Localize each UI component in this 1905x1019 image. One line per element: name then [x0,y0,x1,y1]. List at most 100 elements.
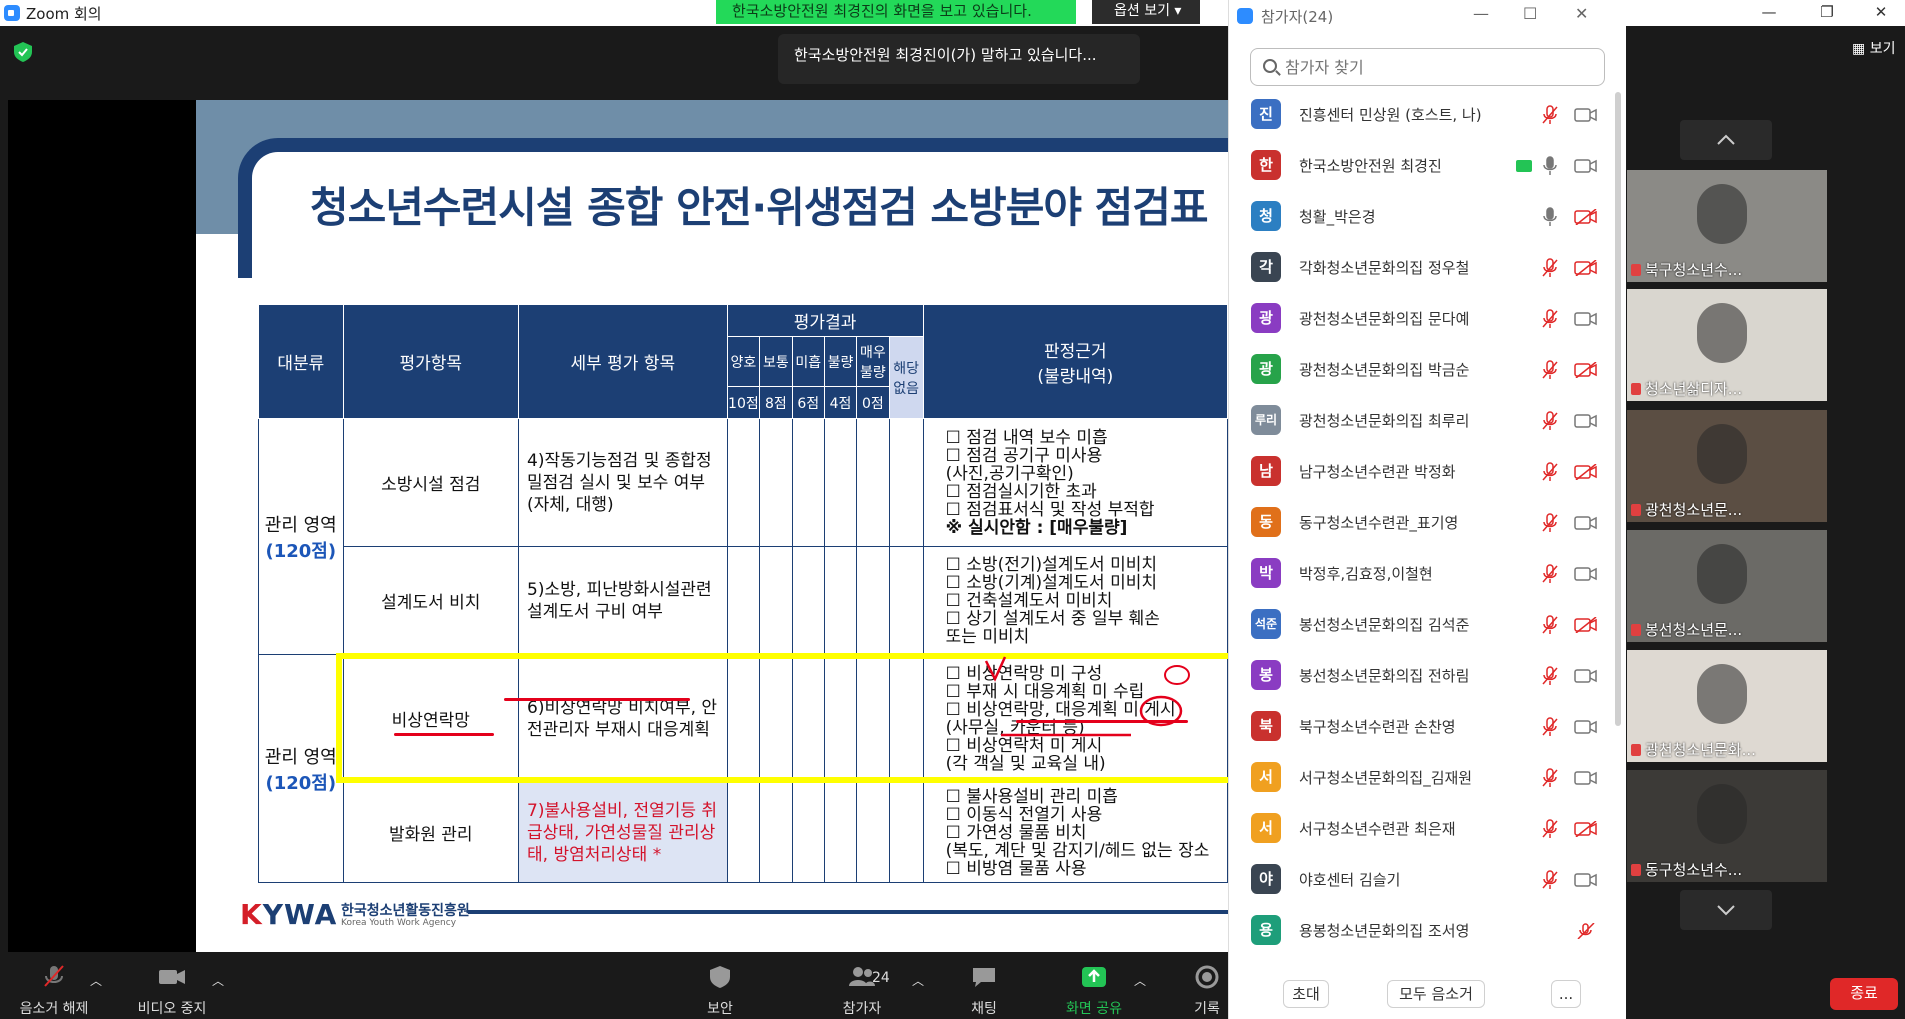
participant-row[interactable]: 야 야호센터 김슬기 [1229,860,1619,911]
participant-search-input[interactable] [1285,55,1585,79]
participant-row[interactable]: 용 용봉청소년문화의집 조서영 [1229,911,1619,955]
participant-row[interactable]: 각 각화청소년문화의집 정우철 [1229,248,1619,299]
close-button[interactable]: ✕ [1858,0,1904,26]
video-icon[interactable] [1574,566,1598,582]
participant-video-tile[interactable]: 봉선청소년문... [1627,530,1827,642]
video-icon[interactable] [1574,158,1598,174]
reason-line: 또는 미비치 [945,626,1030,647]
participant-row[interactable]: 루리 광천청소년문화의집 최루리 [1229,401,1619,452]
video-scroll-down-button[interactable] [1680,890,1772,930]
video-icon[interactable] [1574,770,1598,786]
participant-name: 광천청소년문화의집 문다예 [1299,310,1470,328]
participant-list-scrollbar[interactable] [1615,92,1621,726]
share-screen-button[interactable]: 화면 공유 [1054,956,1134,1018]
reason-cell: ☐ 점검 내역 보수 미흡 ☐ 점검 공기구 미사용 (사진,공기구확인) ☐ … [922,418,1228,547]
participants-options-caret[interactable]: ︿ [912,972,924,989]
mic-muted-icon[interactable] [1541,870,1559,890]
more-options-button[interactable]: ... [1551,980,1581,1008]
mic-muted-icon[interactable] [1574,923,1598,939]
video-icon[interactable] [1574,872,1598,888]
mic-muted-icon[interactable] [1541,105,1559,125]
record-button[interactable]: 기록 [1186,956,1228,1018]
participant-row[interactable]: 남 남구청소년수련관 박정화 [1229,452,1619,503]
video-off-icon[interactable] [1574,617,1598,633]
video-icon[interactable] [1574,311,1598,327]
restore-button[interactable]: ❐ [1804,0,1850,26]
participant-row[interactable]: 북 북구청소년수련관 손찬영 [1229,707,1619,758]
mic-muted-icon[interactable] [1541,258,1559,278]
panel-close-button[interactable]: ✕ [1575,4,1588,23]
panel-minimize-button[interactable]: — [1473,4,1489,23]
unmute-button[interactable]: 음소거 해제 [14,956,94,1018]
video-icon[interactable] [1574,668,1598,684]
mic-muted-icon[interactable] [1541,615,1559,635]
participant-video-tile[interactable]: 청소년삶디자... [1627,289,1827,401]
participant-row[interactable]: 박 박정후,김효정,이철현 [1229,554,1619,605]
video-off-icon[interactable] [1574,821,1598,837]
share-options-caret[interactable]: ︿ [1134,972,1146,989]
screen-sharing-icon [1516,160,1532,172]
mic-muted-icon[interactable] [1541,513,1559,533]
video-icon[interactable] [1574,719,1598,735]
video-off-icon[interactable] [1574,362,1598,378]
header-basis-sub: (불량내역) [1037,366,1114,387]
participant-video-tile[interactable]: 광천청소년문... [1627,410,1827,522]
mute-all-button[interactable]: 모두 음소거 [1387,980,1485,1008]
participant-row[interactable]: 청 청활_박은경 [1229,197,1619,248]
avatar: 서 [1251,762,1281,792]
participant-video-tile[interactable]: 북구청소년수... [1627,170,1827,282]
mic-icon[interactable] [1541,207,1559,227]
mic-muted-icon[interactable] [1541,819,1559,839]
reason-line: ☐ 이동식 전열기 사용 [945,804,1103,825]
participant-row[interactable]: 진 진흥센터 민상원 (호스트, 나) [1229,95,1619,146]
mic-muted-icon[interactable] [1541,309,1559,329]
video-scroll-up-button[interactable] [1680,120,1772,160]
mic-muted-icon[interactable] [1541,564,1559,584]
mic-muted-icon[interactable] [1541,411,1559,431]
participant-search[interactable] [1250,48,1605,86]
grade-normal: 보통 [759,336,793,387]
reason-line: ☐ 점검실시기한 초과 [945,481,1097,502]
participant-row[interactable]: 한 한국소방안전원 최경진 [1229,146,1619,197]
video-icon[interactable] [1574,413,1598,429]
audio-options-caret[interactable]: ︿ [90,972,102,989]
end-meeting-button[interactable]: 종료 [1830,978,1898,1010]
participant-video-tile[interactable]: 동구청소년수... [1627,770,1827,882]
chat-button[interactable]: 채팅 [954,956,1014,1018]
participant-row[interactable]: 석준 봉선청소년문화의집 김석준 [1229,605,1619,656]
reason-cell: ☐ 불사용설비 관리 미흡 ☐ 이동식 전열기 사용 ☐ 가연성 물품 비치 (… [922,782,1228,883]
video-off-icon[interactable] [1574,209,1598,225]
view-toggle[interactable]: ▦ 보기 [1852,38,1895,58]
view-options-dropdown[interactable]: 옵션 보기 ▾ [1092,0,1200,24]
video-options-caret[interactable]: ︿ [212,972,224,989]
participant-row[interactable]: 서 서구청소년수련관 최은재 [1229,809,1619,860]
video-tile-name: 봉선청소년문... [1645,621,1743,639]
mic-muted-icon[interactable] [1541,768,1559,788]
video-off-icon[interactable] [1574,464,1598,480]
detail-item: 4)작동기능점검 및 종합정밀점검 실시 및 보수 여부(자체, 대행) [518,418,728,547]
mic-muted-icon[interactable] [1541,666,1559,686]
mic-muted-icon[interactable] [1541,717,1559,737]
participants-button[interactable]: 참가자 [822,956,902,1018]
video-off-icon[interactable] [1574,260,1598,276]
participant-row[interactable]: 동 동구청소년수련관_표기영 [1229,503,1619,554]
header-basis-title: 판정근거 [1044,341,1107,362]
invite-button[interactable]: 초대 [1283,980,1329,1008]
mic-icon[interactable] [1541,156,1559,176]
security-button[interactable]: 보안 [690,956,750,1018]
stop-video-button[interactable]: 비디오 중지 [132,956,212,1018]
video-icon[interactable] [1574,515,1598,531]
encryption-shield-icon[interactable] [14,42,32,62]
participant-name: 남구청소년수련관 박정화 [1299,463,1456,481]
video-icon[interactable] [1574,107,1598,123]
participant-row[interactable]: 광 광천청소년문화의집 박금순 [1229,350,1619,401]
participant-row[interactable]: 봉 봉선청소년문화의집 전하림 [1229,656,1619,707]
minimize-button[interactable]: — [1746,0,1792,26]
participant-row[interactable]: 광 광천청소년문화의집 문다예 [1229,299,1619,350]
participant-row[interactable]: 서 서구청소년문화의집_김재원 [1229,758,1619,809]
checklist-table: 대분류 평가항목 세부 평가 항목 평가결과 판정근거 (불량내역) 양호 보통 … [258,304,1228,883]
participant-video-tile[interactable]: 광천청소년문화... [1627,650,1827,762]
mic-muted-icon[interactable] [1541,462,1559,482]
mic-muted-icon[interactable] [1541,360,1559,380]
panel-maximize-button[interactable]: ☐ [1523,4,1537,23]
